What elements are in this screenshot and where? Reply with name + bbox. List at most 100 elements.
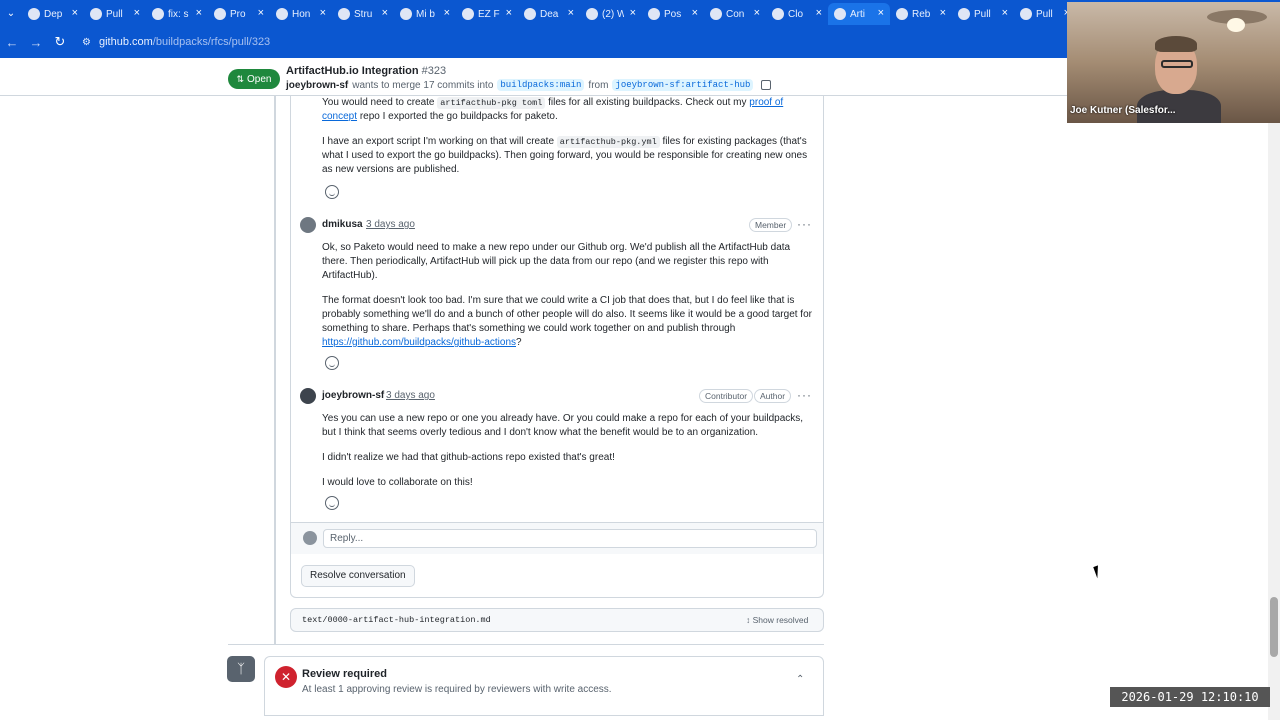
close-tab-icon[interactable]: × [196, 7, 202, 19]
close-tab-icon[interactable]: × [568, 7, 574, 19]
pr-subtitle: joeybrown-sf wants to merge 17 commits i… [286, 79, 772, 91]
browser-tab[interactable]: Clo × [766, 3, 828, 25]
browser-tab[interactable]: Mi b × [394, 3, 456, 25]
app-icon [338, 8, 350, 20]
github-icon [834, 8, 846, 20]
comment-timestamp[interactable]: 3 days ago [366, 219, 415, 230]
more-options-icon[interactable]: ··· [797, 388, 812, 402]
tab-title: fix: s [168, 8, 189, 20]
close-tab-icon[interactable]: × [134, 7, 140, 19]
tab-title: Mi b [416, 8, 435, 20]
github-actions-link[interactable]: https://github.com/buildpacks/github-act… [322, 337, 516, 348]
avatar[interactable] [300, 388, 316, 404]
tab-title: Pull [1036, 8, 1053, 20]
head-branch[interactable]: joeybrown-sf:artifact-hub [612, 79, 754, 91]
reply-input[interactable]: Reply... [323, 529, 817, 548]
pull-request-icon: ⇅ [236, 73, 245, 84]
contributor-badge: Contributor [699, 389, 754, 403]
more-options-icon[interactable]: ··· [797, 217, 812, 231]
browser-tab[interactable]: Pull × [952, 3, 1014, 25]
tab-title: Reb [912, 8, 931, 20]
scrollbar-thumb[interactable] [1270, 597, 1278, 657]
tab-title: (2) W [602, 8, 624, 20]
comment-body: I have an export script I'm working on t… [322, 135, 812, 177]
tab-title: Clo [788, 8, 804, 20]
browser-tab[interactable]: Pos × [642, 3, 704, 25]
show-resolved-button[interactable]: ↕ Show resolved [746, 615, 808, 625]
close-tab-icon[interactable]: × [754, 7, 760, 19]
browser-tab[interactable]: (2) W × [580, 3, 642, 25]
browser-tab[interactable]: EZ F × [456, 3, 518, 25]
browser-tab[interactable]: Stru × [332, 3, 394, 25]
close-tab-icon[interactable]: × [878, 7, 884, 19]
tab-search-chevron-icon[interactable]: ⌄ [0, 0, 22, 26]
close-tab-icon[interactable]: × [630, 7, 636, 19]
reload-icon[interactable]: ↻ [48, 34, 72, 50]
avatar[interactable] [300, 217, 316, 233]
member-badge: Member [749, 218, 793, 232]
comment-author[interactable]: dmikusa [322, 219, 363, 230]
pr-number: #323 [421, 65, 447, 77]
browser-tab[interactable]: Hon × [270, 3, 332, 25]
browser-tab[interactable]: Reb × [890, 3, 952, 25]
copy-icon[interactable] [761, 80, 772, 90]
gmail-icon [400, 8, 412, 20]
add-reaction-icon[interactable] [325, 356, 339, 370]
review-required-subtitle: At least 1 approving review is required … [302, 684, 612, 695]
comment-body: Ok, so Paketo would need to make a new r… [322, 242, 791, 281]
add-reaction-icon[interactable] [325, 496, 339, 510]
docs-icon [772, 8, 784, 20]
chevron-up-icon[interactable]: ⌃ [796, 674, 804, 685]
browser-tab[interactable]: Pull × [84, 3, 146, 25]
close-tab-icon[interactable]: × [940, 7, 946, 19]
close-tab-icon[interactable]: × [816, 7, 822, 19]
resolve-conversation-button[interactable]: Resolve conversation [301, 565, 415, 587]
comment-text: The format doesn't look too bad. I'm sur… [322, 295, 812, 334]
forward-arrow-icon[interactable]: → [24, 35, 48, 50]
close-tab-icon[interactable]: × [506, 7, 512, 19]
base-branch[interactable]: buildpacks:main [497, 79, 585, 91]
comment-body: Yes you can use a new repo or one you al… [322, 413, 804, 438]
comment-author[interactable]: joeybrown-sf [322, 390, 384, 401]
browser-tab[interactable]: Con × [704, 3, 766, 25]
pr-author-link[interactable]: joeybrown-sf [286, 80, 348, 91]
inline-code: artifacthub-pkg.yml [556, 136, 660, 148]
site-info-icon[interactable]: ⚙ [82, 37, 91, 48]
mouse-cursor [1093, 563, 1107, 579]
comment-body: I didn't realize we had that github-acti… [322, 452, 615, 463]
url-path: /buildpacks/rfcs/pull/323 [152, 36, 271, 48]
file-name[interactable]: text/0000-artifact-hub-integration.md [302, 615, 491, 625]
url-field[interactable]: ⚙ github.com/buildpacks/rfcs/pull/323 [82, 30, 1042, 54]
tab-title: Dep [44, 8, 63, 20]
browser-tab[interactable]: Dea × [518, 3, 580, 25]
tab-title: Con [726, 8, 745, 20]
github-icon [1020, 8, 1032, 20]
back-arrow-icon[interactable]: ← [0, 35, 24, 50]
add-reaction-icon[interactable] [325, 185, 339, 199]
browser-tab[interactable]: Pro × [208, 3, 270, 25]
review-required-title: Review required [302, 668, 387, 680]
pr-state-label: Open [247, 73, 272, 85]
close-tab-icon[interactable]: × [382, 7, 388, 19]
browser-tab[interactable]: Arti × [828, 3, 890, 25]
github-icon [152, 8, 164, 20]
recording-timestamp: 2026-01-29 12:10:10 [1110, 687, 1270, 707]
inline-code: artifacthub-pkg toml [437, 97, 546, 109]
close-tab-icon[interactable]: × [320, 7, 326, 19]
comment-text: I have an export script I'm working on t… [322, 136, 555, 147]
browser-tab[interactable]: fix: s × [146, 3, 208, 25]
close-tab-icon[interactable]: × [692, 7, 698, 19]
unfold-icon: ↕ [746, 615, 751, 625]
comment-text: You would need to create [322, 97, 435, 108]
comment-timestamp[interactable]: 3 days ago [386, 390, 435, 401]
close-tab-icon[interactable]: × [258, 7, 264, 19]
participant-name: Joe Kutner (Salesfor... [1070, 105, 1176, 116]
github-icon [896, 8, 908, 20]
timeline-line [274, 96, 276, 644]
close-tab-icon[interactable]: × [444, 7, 450, 19]
browser-tab[interactable]: Dep × [22, 3, 84, 25]
close-tab-icon[interactable]: × [1002, 7, 1008, 19]
avatar [303, 531, 317, 545]
close-tab-icon[interactable]: × [72, 7, 78, 19]
tab-title: Dea [540, 8, 559, 20]
